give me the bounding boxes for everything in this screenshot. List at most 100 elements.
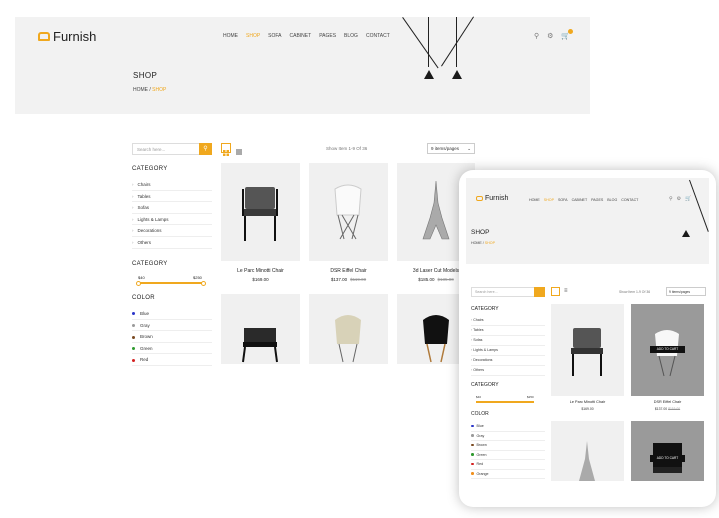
category-item[interactable]: › Sofas (132, 202, 212, 214)
lamp-shade (452, 70, 462, 79)
product-card[interactable] (551, 304, 624, 396)
product-card[interactable]: ADD TO CART (631, 421, 704, 481)
color-swatch (471, 453, 474, 456)
category-item[interactable]: › Chairs (471, 316, 545, 326)
category-label: Sofas (473, 338, 483, 342)
breadcrumb-home[interactable]: HOME (471, 241, 482, 245)
category-item[interactable]: › Tables (132, 191, 212, 203)
search-button[interactable] (534, 287, 545, 297)
per-page-value: 9 items/pages (669, 290, 691, 294)
breadcrumb-home[interactable]: HOME (133, 87, 148, 93)
category-item[interactable]: › Decorations (132, 225, 212, 237)
price-slider-max-handle[interactable] (201, 280, 206, 286)
gear-icon[interactable]: ⚙ (547, 32, 553, 40)
color-list: Blue Gray Brown Green Red Orange (471, 422, 545, 479)
nav-contact[interactable]: CONTACT (621, 198, 638, 202)
category-item[interactable]: › Decorations (471, 356, 545, 366)
category-item[interactable]: › Lights & Lamps (132, 214, 212, 226)
product-card[interactable] (221, 294, 300, 364)
category-item[interactable]: › Others (132, 237, 212, 249)
search-button[interactable]: ⚲ (199, 143, 212, 155)
color-item[interactable]: Red (471, 460, 545, 470)
list-view-button[interactable] (235, 143, 245, 155)
tablet-logo[interactable]: Furnish (476, 195, 508, 202)
product-card[interactable] (551, 421, 624, 481)
page-title: SHOP (133, 71, 158, 80)
category-item[interactable]: › Lights & Lamps (471, 346, 545, 356)
category-item[interactable]: › Chairs (132, 179, 212, 191)
nav-home[interactable]: HOME (223, 33, 238, 39)
category-item[interactable]: › Others (471, 366, 545, 376)
color-item[interactable]: Gray (132, 320, 212, 332)
nav-pages[interactable]: PAGES (319, 33, 336, 39)
nav-contact[interactable]: CONTACT (366, 33, 390, 39)
color-item[interactable]: Blue (471, 422, 545, 432)
nav-blog[interactable]: BLOG (344, 33, 358, 39)
price-old: $119.00 (668, 407, 681, 411)
add-to-cart-button[interactable]: ADD TO CART (650, 346, 685, 353)
per-page-select[interactable]: 9 items/pages ⌄ (427, 143, 475, 154)
nav-shop[interactable]: SHOP (246, 33, 260, 39)
color-item[interactable]: Green (132, 343, 212, 355)
nav-blog[interactable]: BLOG (607, 198, 617, 202)
product-card[interactable] (309, 163, 388, 261)
category-list: › Chairs › Tables › Sofas › Lights & Lamps ›… (132, 179, 212, 249)
per-page-select[interactable]: 9 items/pages (666, 287, 706, 296)
product-name[interactable]: Le Parc Minotti Chair (551, 400, 624, 404)
result-count: Show Item 1-9 Of 36 (326, 146, 368, 151)
category-item[interactable]: › Sofas (471, 336, 545, 346)
category-label: Sofas (137, 205, 150, 211)
header-icons: ⚲ ⚙ 🛒 (534, 29, 574, 40)
grid-view-button[interactable] (221, 143, 231, 156)
logo[interactable]: Furnish (38, 29, 96, 44)
color-item[interactable]: Brown (132, 331, 212, 343)
price-old: $119.00 (350, 277, 367, 282)
cart-icon[interactable]: 🛒 (561, 29, 574, 40)
product-card[interactable]: ADD TO CART (631, 304, 704, 396)
category-item[interactable]: › Tables (471, 326, 545, 336)
search-icon: ⚲ (203, 146, 208, 152)
breadcrumb: HOME / SHOP (133, 87, 166, 93)
nav-shop[interactable]: SHOP (544, 198, 554, 202)
nav-pages[interactable]: PAGES (591, 198, 603, 202)
color-swatch (471, 472, 474, 475)
grid-view-button[interactable] (551, 287, 560, 296)
product-card[interactable] (221, 163, 300, 261)
color-item[interactable]: Green (471, 451, 545, 460)
category-label: Others (473, 368, 484, 372)
color-label: Red (140, 357, 149, 363)
nav-home[interactable]: HOME (529, 198, 540, 202)
color-item[interactable]: Blue (132, 308, 212, 320)
nav-cabinet[interactable]: CABINET (290, 33, 312, 39)
price-heading: CATEGORY (471, 382, 499, 388)
color-list: Blue Gray Brown Green Red (132, 308, 212, 366)
category-label: Lights & Lamps (137, 216, 169, 222)
color-item[interactable]: Brown (471, 441, 545, 451)
tablet-header-icons: ⚲ ⚙ 🛒 (669, 196, 691, 202)
price-slider[interactable] (476, 401, 534, 403)
product-card[interactable] (309, 294, 388, 364)
color-item[interactable]: Red (132, 354, 212, 366)
color-item[interactable]: Orange (471, 470, 545, 479)
color-item[interactable]: Gray (471, 432, 545, 441)
category-label: Decorations (137, 228, 162, 234)
price-current: $169.00 (252, 277, 269, 282)
price-slider-min-handle[interactable] (136, 280, 141, 286)
category-heading: CATEGORY (132, 166, 168, 172)
search-icon[interactable]: ⚲ (534, 32, 539, 40)
nav-cabinet[interactable]: CABINET (572, 198, 588, 202)
gear-icon[interactable]: ⚙ (677, 196, 681, 202)
product-name[interactable]: DSR Eiffel Chair (631, 400, 704, 404)
nav-sofa[interactable]: SOFA (558, 198, 568, 202)
product-name[interactable]: DSR Eiffel Chair (309, 268, 388, 274)
nav-sofa[interactable]: SOFA (268, 33, 281, 39)
category-label: Tables (137, 193, 151, 199)
add-to-cart-button[interactable]: ADD TO CART (650, 455, 685, 462)
color-label: Blue (476, 424, 484, 428)
list-view-button[interactable]: ≡ (564, 287, 573, 296)
search-icon[interactable]: ⚲ (669, 196, 673, 202)
color-swatch (132, 358, 135, 362)
price-slider[interactable] (136, 280, 206, 286)
cart-icon[interactable]: 🛒 (685, 196, 691, 202)
product-name[interactable]: Le Parc Minotti Chair (221, 268, 300, 274)
